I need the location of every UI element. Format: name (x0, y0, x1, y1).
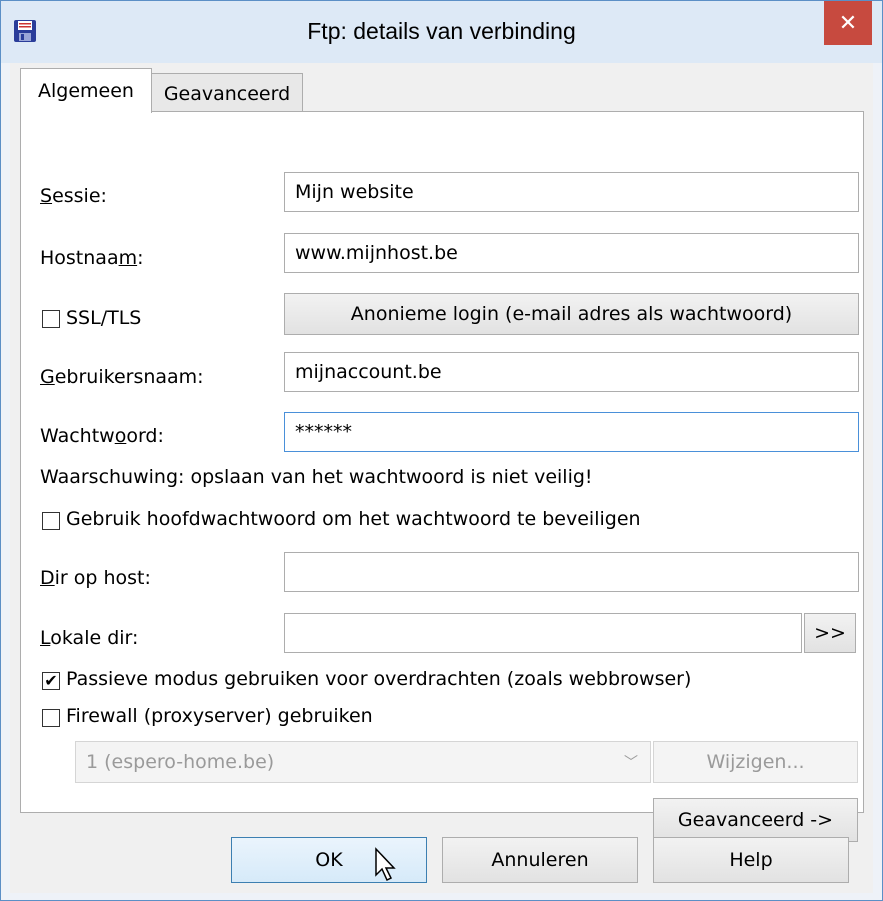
anonymous-login-button[interactable]: Anonieme login (e-mail adres als wachtwo… (284, 293, 859, 335)
advanced-button-label: Geavanceerd -> (677, 809, 834, 831)
session-label: Sessie: (40, 185, 107, 207)
anonymous-login-label: Anonieme login (e-mail adres als wachtwo… (350, 303, 793, 325)
change-proxy-label: Wijzigen... (706, 751, 805, 773)
help-button-label: Help (729, 849, 773, 871)
password-input[interactable]: ****** (284, 412, 859, 452)
tab-geavanceerd[interactable]: Geavanceerd (151, 73, 303, 114)
local-dir-label: Lokale dir: (40, 627, 139, 649)
help-button[interactable]: Help (653, 837, 849, 883)
tab-label: Geavanceerd (163, 83, 291, 105)
window-title: Ftp: details van verbinding (307, 18, 576, 44)
hostname-value: www.mijnhost.be (295, 242, 458, 264)
title-bar: Ftp: details van verbinding ✕ (1, 1, 882, 63)
username-input[interactable]: mijnaccount.be (284, 352, 859, 392)
tab-label: Algemeen (38, 80, 134, 102)
master-password-checkbox[interactable] (42, 512, 60, 530)
local-dir-input[interactable] (284, 613, 802, 653)
username-value: mijnaccount.be (295, 361, 442, 383)
proxy-select[interactable]: 1 (espero-home.be) ﹀ (75, 741, 651, 783)
passive-mode-checkbox[interactable]: ✔ (42, 672, 60, 690)
host-dir-label: Dir op host: (40, 567, 151, 589)
browse-local-dir-button[interactable]: >> (804, 613, 856, 653)
password-warning: Waarschuwing: opslaan van het wachtwoord… (40, 466, 593, 488)
host-dir-input[interactable] (284, 552, 859, 592)
hostname-input[interactable]: www.mijnhost.be (284, 233, 859, 273)
username-label: Gebruikersnaam: (40, 366, 204, 388)
change-proxy-button[interactable]: Wijzigen... (653, 741, 858, 783)
tab-algemeen[interactable]: Algemeen (20, 68, 152, 113)
advanced-button[interactable]: Geavanceerd -> (653, 798, 858, 842)
ssl-label: SSL/TLS (66, 307, 142, 329)
hostname-label: Hostnaam: (40, 247, 144, 269)
proxy-select-value: 1 (espero-home.be) (86, 751, 275, 773)
chevron-down-icon: ﹀ (624, 755, 638, 771)
ssl-checkbox[interactable] (42, 310, 60, 328)
password-value: ****** (295, 421, 352, 443)
cancel-button[interactable]: Annuleren (442, 837, 638, 883)
password-label: Wachtwoord: (40, 425, 164, 447)
cancel-button-label: Annuleren (491, 849, 589, 871)
firewall-checkbox[interactable] (42, 709, 60, 727)
dialog-window: Ftp: details van verbinding ✕ Algemeen G… (0, 0, 883, 901)
close-icon: ✕ (838, 10, 858, 36)
mouse-pointer-icon (375, 847, 396, 882)
dialog-client: Algemeen Geavanceerd Sessie: Mijn websit… (10, 63, 873, 893)
session-input[interactable]: Mijn website (284, 172, 859, 212)
session-value: Mijn website (295, 181, 414, 203)
firewall-label: Firewall (proxyserver) gebruiken (66, 705, 373, 727)
master-password-label: Gebruik hoofdwachtwoord om het wachtwoor… (66, 508, 641, 530)
close-button[interactable]: ✕ (824, 1, 872, 45)
browse-label: >> (814, 622, 846, 644)
ok-button-label: OK (315, 849, 343, 871)
passive-mode-label: Passieve modus gebruiken voor overdracht… (66, 668, 692, 690)
checkmark-icon: ✔ (44, 671, 58, 690)
tab-panel-algemeen: Sessie: Mijn website Hostnaam: www.mijnh… (20, 111, 864, 842)
